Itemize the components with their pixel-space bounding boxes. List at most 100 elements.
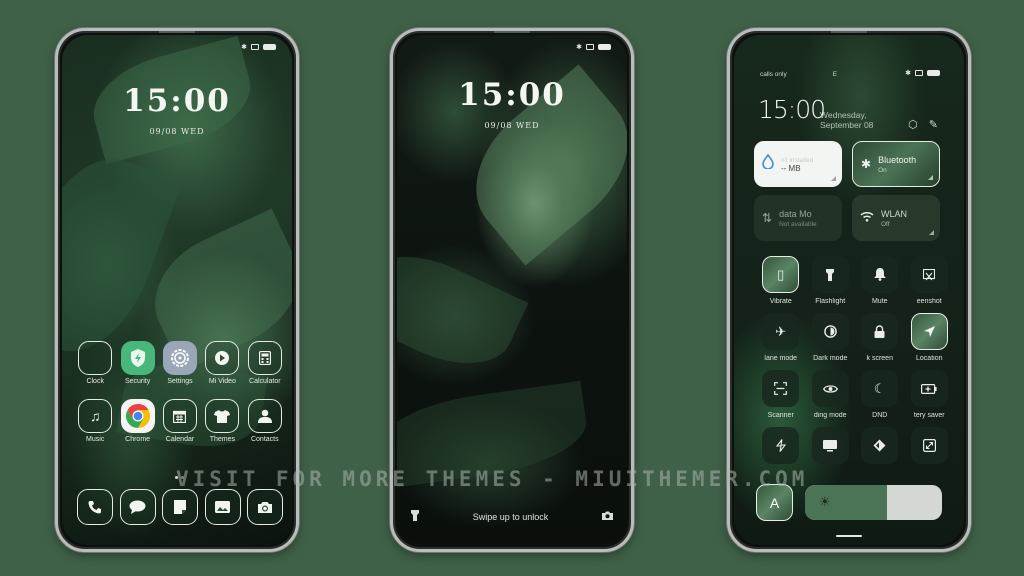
bolt-icon (762, 427, 800, 464)
toggle-location[interactable]: Location (905, 313, 955, 362)
water-drop-icon (762, 153, 774, 174)
lock-icon (861, 313, 899, 350)
app-clock[interactable]: Clock (74, 341, 116, 385)
expand-corner (831, 176, 836, 181)
toggle-floating-window[interactable] (905, 427, 955, 464)
app-mi-video[interactable]: Mi Video (201, 341, 243, 385)
play-icon (205, 341, 240, 375)
carrier-info: calls only E (760, 71, 838, 78)
vibrate-icon: ▯ (762, 256, 800, 293)
edit-icon[interactable]: ✎ (929, 118, 938, 131)
music-note-icon: ♫ (78, 399, 113, 433)
cc-time[interactable]: 15:00 (758, 95, 826, 124)
toggle-cast[interactable] (806, 427, 856, 464)
shield-bolt-icon (120, 341, 155, 375)
clock-widget-time[interactable]: 15:00 (62, 83, 292, 119)
battery-icon (598, 44, 611, 50)
battery-saver-icon (910, 370, 948, 407)
sun-icon: ☀ (819, 494, 831, 509)
person-icon (247, 399, 282, 433)
screenshot-icon (910, 256, 948, 293)
cc-actions: ⬡ ✎ (908, 118, 938, 131)
unlock-hint: Swipe up to unlock (472, 511, 549, 522)
app-calculator[interactable]: Calculator (244, 341, 286, 385)
app-themes[interactable]: Themes (201, 399, 243, 443)
toggle-battery-saver[interactable]: tery saver (905, 370, 955, 419)
home-indicator[interactable] (836, 535, 862, 537)
message-icon[interactable] (119, 489, 156, 525)
toggle-flashlight[interactable]: Flashlight (806, 256, 856, 305)
camera-icon[interactable] (601, 511, 613, 522)
resize-icon (910, 427, 948, 464)
gallery-icon[interactable] (204, 489, 241, 525)
flashlight-icon[interactable] (411, 510, 419, 523)
toggle-mi-share[interactable] (855, 427, 905, 464)
status-bar: ✱ (241, 43, 276, 51)
camera-icon[interactable] (247, 489, 283, 525)
speaker-grille (831, 31, 867, 33)
chrome-icon (120, 399, 155, 433)
toggle-mute[interactable]: Mute (855, 256, 905, 305)
settings-icon[interactable]: ⬡ (908, 118, 918, 131)
app-security[interactable]: Security (116, 341, 158, 385)
app-music[interactable]: ♫ Music (74, 399, 116, 443)
app-contacts[interactable]: Contacts (244, 399, 286, 443)
lock-clock: 15:00 (458, 77, 566, 113)
location-icon (910, 313, 948, 350)
status-bar: ✱ (905, 69, 940, 77)
app-grid: Clock Security Settings Mi Video Calcula… (74, 341, 286, 443)
tshirt-icon (205, 399, 240, 433)
toggle-scanner[interactable]: Scanner (756, 370, 806, 419)
phone-icon[interactable] (77, 489, 113, 525)
wifi-icon (860, 209, 874, 227)
bluetooth-icon: ✱ (241, 44, 247, 51)
flashlight-icon (811, 256, 849, 293)
battery-icon (927, 70, 940, 76)
calculator-icon (247, 341, 282, 375)
gear-icon (162, 341, 197, 375)
toggle-screenshot[interactable]: eenshot (905, 256, 955, 305)
status-bar: ✱ (576, 43, 611, 51)
toggle-dark-mode[interactable]: Dark mode (806, 313, 856, 362)
expand-corner (929, 230, 934, 235)
toggle-reading-mode[interactable]: ding mode (806, 370, 856, 419)
lock-date: 09/08 WED (484, 121, 540, 130)
dock (74, 489, 286, 525)
speaker-grille (159, 31, 195, 33)
toggle-vibrate[interactable]: ▯ Vibrate (756, 256, 806, 305)
moon-icon: ☾ (861, 370, 899, 407)
calendar-icon (162, 399, 197, 433)
scanner-icon (762, 370, 800, 407)
toggle-performance[interactable] (756, 427, 806, 464)
bluetooth-icon: ✱ (905, 70, 911, 77)
quick-toggles: ▯ Vibrate Flashlight Mute eenshot ✈ lane m… (756, 256, 954, 464)
lock-bottom-bar: Swipe up to unlock (397, 510, 627, 523)
clock-widget-date: 09/08 WED (149, 127, 205, 136)
bluetooth-icon: ✱ (861, 157, 872, 171)
cast-icon (811, 427, 849, 464)
app-settings[interactable]: Settings (159, 341, 201, 385)
app-calendar[interactable]: Calendar (159, 399, 201, 443)
notes-icon[interactable] (162, 489, 198, 525)
speaker-grille (494, 31, 530, 33)
dark-mode-icon (811, 313, 849, 350)
app-chrome[interactable]: Chrome (116, 399, 158, 443)
sim-icon (586, 44, 594, 50)
bell-icon (861, 256, 899, 293)
watermark-text: VISIT FOR MORE THEMES - MIUITHEMER.COM (176, 467, 809, 491)
toggle-dnd[interactable]: ☾ DND (855, 370, 905, 419)
mi-share-icon (861, 427, 899, 464)
toggle-airplane-mode[interactable]: ✈ lane mode (756, 313, 806, 362)
tile-bluetooth[interactable]: ✱ Bluetooth On (852, 141, 940, 187)
tile-mobile-data[interactable]: ⇅ data Mo Not available (754, 195, 842, 241)
tile-data-usage[interactable]: n't installed -- MB (754, 141, 842, 187)
tile-wlan[interactable]: WLAN Off (852, 195, 940, 241)
data-arrows-icon: ⇅ (762, 211, 773, 225)
sim-icon (915, 70, 923, 76)
toggle-lock-screen[interactable]: k screen (855, 313, 905, 362)
cc-date[interactable]: Wednesday, September 08 (820, 110, 873, 130)
battery-icon (263, 44, 276, 50)
sim-icon (251, 44, 259, 50)
clock-icon (78, 341, 113, 375)
eye-icon (811, 370, 849, 407)
